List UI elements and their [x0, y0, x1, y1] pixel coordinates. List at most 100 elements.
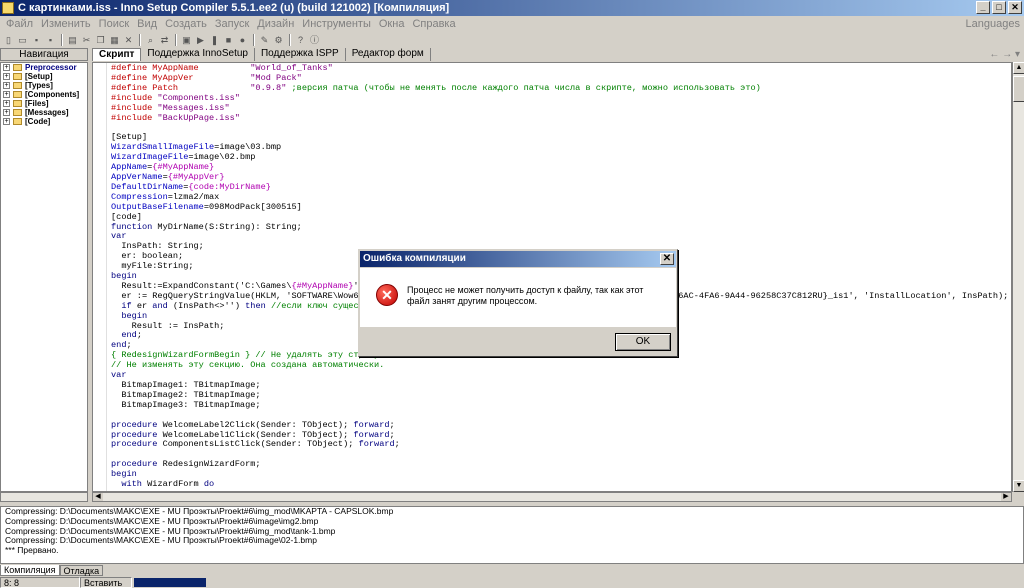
tab-compilation[interactable]: Компиляция [0, 565, 60, 576]
folder-icon [13, 82, 22, 89]
tree-item-types[interactable]: + [Types] [1, 81, 87, 90]
title-bar: С картинками.iss - Inno Setup Compiler 5… [0, 0, 1024, 16]
expand-icon[interactable]: + [3, 82, 10, 89]
menu-tools[interactable]: Инструменты [298, 16, 375, 32]
expand-icon[interactable]: + [3, 73, 10, 80]
menu-edit[interactable]: Изменить [37, 16, 95, 32]
maximize-button[interactable]: □ [992, 1, 1006, 14]
minimize-button[interactable]: _ [976, 1, 990, 14]
compiler-output[interactable]: Compressing: D:\Documents\MAKC\EXE - MU … [0, 506, 1024, 564]
new-icon[interactable]: ▯ [2, 34, 15, 46]
close-button[interactable]: ✕ [1008, 1, 1022, 14]
run-icon[interactable]: ▶ [194, 34, 207, 46]
about-icon[interactable]: ⓘ [308, 34, 321, 46]
tab-debug[interactable]: Отладка [59, 565, 104, 576]
find-icon[interactable]: ⌕ [144, 34, 157, 46]
delete-icon[interactable]: ✕ [122, 34, 135, 46]
navigation-scrollbar[interactable] [0, 492, 88, 502]
tab-form-editor[interactable]: Редактор форм [346, 48, 431, 61]
code-line[interactable]: #include "BackUpPage.iss" [111, 113, 1008, 124]
code-line[interactable]: procedure RedesignWizardForm; [111, 459, 1008, 470]
dialog-message: Процесс не может получить доступ к файлу… [407, 285, 644, 306]
paste-icon[interactable]: ▦ [108, 34, 121, 46]
pause-icon[interactable]: ❚ [208, 34, 221, 46]
compile-progress [134, 577, 206, 587]
navigation-header[interactable]: Навигация [0, 48, 88, 61]
menu-bar: Файл Изменить Поиск Вид Создать Запуск Д… [0, 16, 1024, 32]
tree-item-setup[interactable]: + [Setup] [1, 72, 87, 81]
copy-icon[interactable]: ❐ [94, 34, 107, 46]
dialog-title: Ошибка компиляции [363, 253, 466, 264]
code-line[interactable]: AppName={#MyAppName} [111, 162, 1008, 173]
stop-icon[interactable]: ■ [222, 34, 235, 46]
code-line[interactable]: BitmapImage3: TBitmapImage; [111, 400, 1008, 411]
expand-icon[interactable]: + [3, 91, 10, 98]
expand-icon[interactable]: + [3, 109, 10, 116]
scroll-thumb[interactable] [1013, 76, 1024, 102]
code-line[interactable]: with WizardForm do [111, 479, 1008, 490]
menu-help[interactable]: Справка [408, 16, 459, 32]
code-line[interactable]: var [111, 231, 1008, 242]
settings-icon[interactable]: ⚙ [272, 34, 285, 46]
languages-menu[interactable]: Languages [966, 16, 1020, 32]
expand-icon[interactable]: + [3, 100, 10, 107]
toolbar: ▯ ▭ ▪ ▪ ▤ ✂ ❐ ▦ ✕ ⌕ ⇄ ▣ ▶ ❚ ■ ● ✎ ⚙ ? ⓘ [0, 32, 1024, 48]
tree-item-components[interactable]: + [Components] [1, 90, 87, 99]
menu-search[interactable]: Поиск [95, 16, 133, 32]
folder-icon [13, 100, 22, 107]
expand-icon[interactable]: + [3, 118, 10, 125]
tree-item-preprocessor[interactable]: + Preprocessor [1, 63, 87, 72]
menu-design[interactable]: Дизайн [253, 16, 298, 32]
replace-icon[interactable]: ⇄ [158, 34, 171, 46]
step-icon[interactable]: ● [236, 34, 249, 46]
code-line[interactable]: #define Patch "0.9.8" ;версия патча (что… [111, 83, 1008, 94]
tab-navigation-arrows[interactable]: ← → ▾ [989, 48, 1020, 61]
tree-item-code[interactable]: + [Code] [1, 117, 87, 126]
code-line[interactable]: #include "Messages.iss" [111, 103, 1008, 114]
menu-file[interactable]: Файл [2, 16, 37, 32]
help-icon[interactable]: ? [294, 34, 307, 46]
code-line[interactable]: // Не изменять эту секцию. Она создана а… [111, 360, 1008, 371]
code-line[interactable]: WizardImageFile=image\02.bmp [111, 152, 1008, 163]
scroll-right-icon[interactable]: ▶ [1001, 493, 1011, 501]
ok-button[interactable]: OK [615, 333, 671, 351]
folder-icon [13, 109, 22, 116]
cursor-position: 8: 8 [0, 576, 80, 588]
main-window: С картинками.iss - Inno Setup Compiler 5… [0, 0, 1024, 588]
save-icon[interactable]: ▪ [30, 34, 43, 46]
dialog-close-button[interactable]: ✕ [660, 253, 674, 265]
code-line[interactable]: OutputBaseFilename=098ModPack[300515] [111, 202, 1008, 213]
menu-view[interactable]: Вид [133, 16, 161, 32]
tree-item-messages[interactable]: + [Messages] [1, 108, 87, 117]
menu-create[interactable]: Создать [161, 16, 211, 32]
editor-horizontal-scrollbar[interactable]: ◀ ▶ [92, 492, 1012, 502]
tab-ispp-support[interactable]: Поддержка ISPP [255, 48, 346, 61]
open-icon[interactable]: ▭ [16, 34, 29, 46]
code-line[interactable]: function MyDirName(S:String): String; [111, 222, 1008, 233]
folder-icon [13, 73, 22, 80]
compile-icon[interactable]: ▣ [180, 34, 193, 46]
scroll-left-icon[interactable]: ◀ [93, 493, 103, 501]
error-icon: ✕ [376, 284, 398, 306]
wizard-icon[interactable]: ✎ [258, 34, 271, 46]
code-line[interactable]: #include "Components.iss" [111, 93, 1008, 104]
code-line[interactable]: begin [111, 469, 1008, 480]
tab-script[interactable]: Скрипт [92, 48, 142, 61]
tab-innosetup-support[interactable]: Поддержка InnoSetup [141, 48, 255, 61]
print-icon[interactable]: ▤ [66, 34, 79, 46]
save-all-icon[interactable]: ▪ [44, 34, 57, 46]
editor-vertical-scrollbar[interactable]: ▲ ▼ [1012, 62, 1024, 492]
tree-item-files[interactable]: + [Files] [1, 99, 87, 108]
code-line[interactable] [111, 123, 1008, 133]
scroll-up-icon[interactable]: ▲ [1013, 62, 1024, 74]
expand-icon[interactable]: + [3, 64, 10, 71]
cut-icon[interactable]: ✂ [80, 34, 93, 46]
code-line[interactable]: DefaultDirName={code:MyDirName} [111, 182, 1008, 193]
code-line[interactable]: procedure ComponentsListClick(Sender: TO… [111, 439, 1008, 450]
navigation-tree: + Preprocessor + [Setup] + [Types] + [Compon… [0, 62, 88, 492]
output-line: *** Прервано. [5, 545, 59, 556]
menu-run[interactable]: Запуск [211, 16, 253, 32]
menu-windows[interactable]: Окна [375, 16, 409, 32]
error-dialog: Ошибка компиляции ✕ ✕ Процесс не может п… [358, 249, 678, 357]
scroll-down-icon[interactable]: ▼ [1013, 480, 1024, 492]
